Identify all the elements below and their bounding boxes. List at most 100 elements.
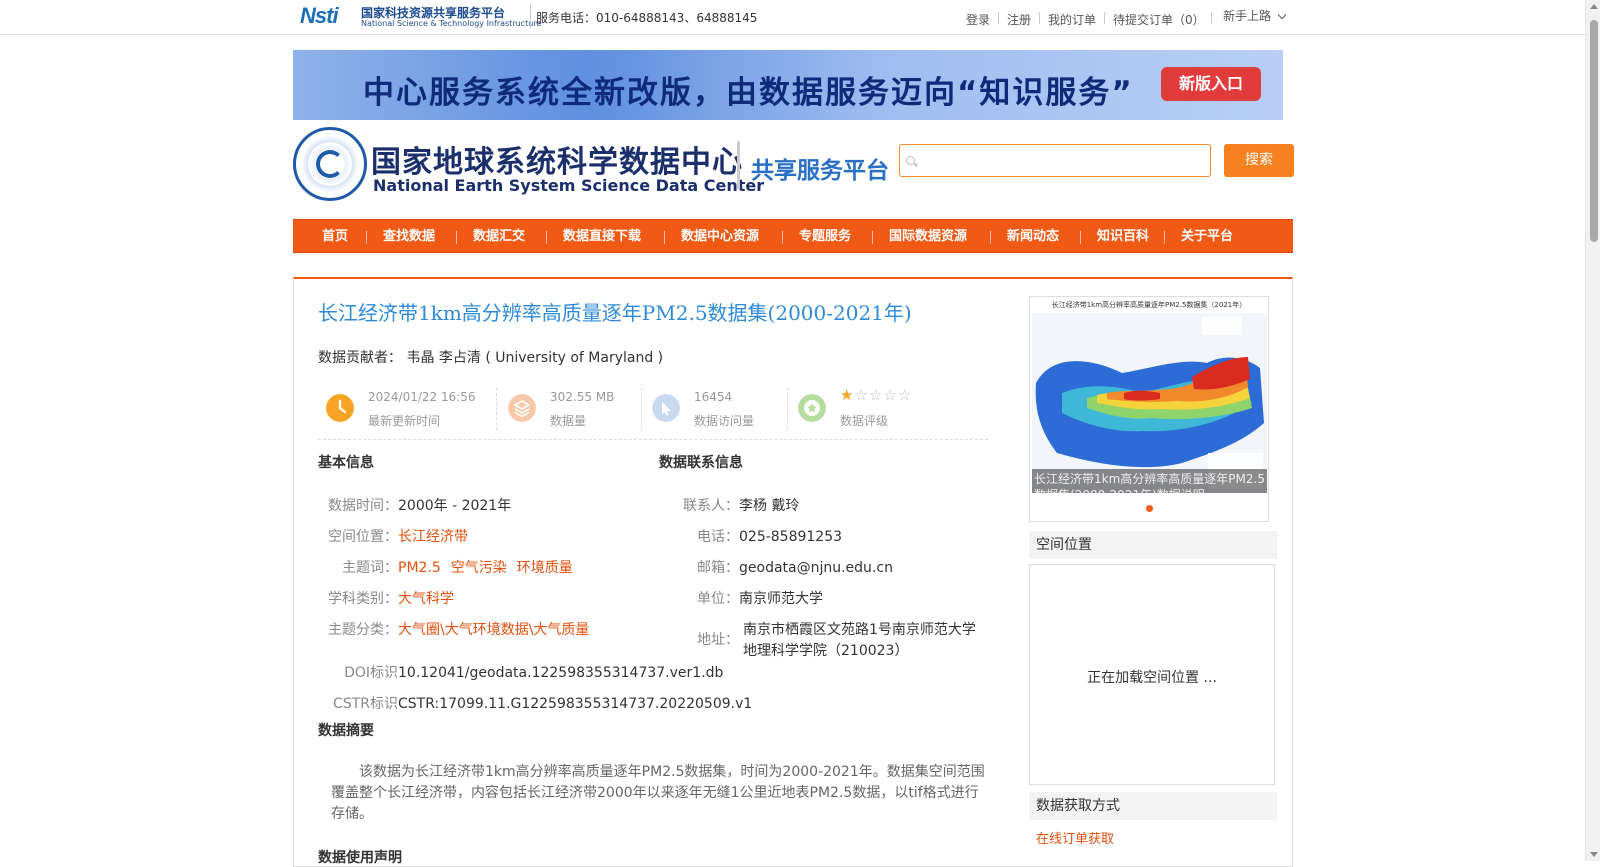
data-center-logo[interactable]: 国家地球系统科学数据中心 National Earth System Scien… [293, 127, 891, 202]
thumbnail-caption: 长江经济带1km高分辨率高质量逐年PM2.5数据集(2000-2021年)数据说… [1032, 469, 1267, 493]
info-value: geodata@njnu.edu.cn [739, 560, 893, 576]
info-key: 数据时间： [328, 498, 398, 514]
new-version-banner[interactable]: 中心服务系统全新改版，由数据服务迈向“知识服务” 新版入口 [293, 50, 1283, 120]
keyword-link[interactable]: PM2.5 [398, 560, 441, 576]
info-key: 邮箱： [697, 560, 739, 576]
nav-divider [872, 231, 873, 244]
nav-item-direct-download[interactable]: 数据直接下载 [563, 220, 641, 254]
nav-divider [366, 231, 367, 244]
info-row-keywords: 主题词：PM2.5 空气污染 环境质量 [318, 557, 583, 577]
nav-item-center-resources[interactable]: 数据中心资源 [681, 220, 759, 254]
contributor-line: 数据贡献者： 韦晶 李占清 ( University of Maryland ) [318, 347, 663, 367]
nav-item-news[interactable]: 新闻动态 [1007, 220, 1059, 254]
nav-item-topic-services[interactable]: 专题服务 [799, 220, 851, 254]
page-scrollbar[interactable] [1585, 0, 1600, 861]
service-phone: 服务电话：010-64888143、64888145 [530, 4, 757, 28]
nav-item-home[interactable]: 首页 [322, 220, 348, 254]
star-empty-icon: ☆ [868, 386, 884, 404]
pending-orders-link[interactable]: 待提交订单（0） [1113, 11, 1205, 28]
search-input[interactable] [922, 149, 1207, 173]
scrollbar-thumb[interactable] [1590, 20, 1598, 242]
info-key: 学科类别： [328, 591, 398, 607]
divider [787, 388, 788, 430]
stat-visits-value: 16454 [694, 390, 733, 404]
divider [1039, 12, 1040, 24]
top-bar: Nsti 国家科技资源共享服务平台 National Science & Tec… [0, 0, 1585, 35]
guide-menu[interactable]: 新手上路 [1223, 7, 1287, 24]
space-link[interactable]: 长江经济带 [398, 529, 468, 545]
nsti-logo[interactable]: Nsti 国家科技资源共享服务平台 National Science & Tec… [300, 3, 541, 30]
info-value: 2000年 - 2021年 [398, 498, 512, 514]
usage-statement-title: 数据使用声明 [318, 850, 402, 866]
banner-text: 中心服务系统全新改版，由数据服务迈向“知识服务” [363, 75, 1134, 111]
info-row-discipline: 学科类别：大气科学 [318, 588, 454, 608]
nav-item-find-data[interactable]: 查找数据 [383, 220, 435, 254]
info-row-cstr: CSTR标识CSTR:17099.11.G122598355314737.202… [318, 693, 752, 713]
contact-row-email: 邮箱：geodata@njnu.edu.cn [659, 557, 893, 577]
access-section-title: 数据获取方式 [1029, 792, 1277, 820]
star-empty-icon: ☆ [883, 386, 898, 404]
stat-rating: ★☆☆☆☆ 数据评级 [790, 382, 980, 434]
info-value: 10.12041/geodata.122598355314737.ver1.db [398, 665, 724, 681]
location-map-panel[interactable]: 正在加载空间位置 ... [1029, 564, 1275, 785]
star-badge-icon [798, 394, 826, 422]
keyword-link[interactable]: 环境质量 [517, 560, 573, 576]
divider [1104, 12, 1105, 24]
nav-item-data-submission[interactable]: 数据汇交 [473, 220, 525, 254]
stat-size: 302.55 MB 数据量 [500, 382, 643, 434]
dataset-title: 长江经济带1km高分辨率高质量逐年PM2.5数据集(2000-2021年) [318, 301, 912, 325]
nav-item-international-data[interactable]: 国际数据资源 [889, 220, 967, 254]
location-loading-text: 正在加载空间位置 ... [1087, 670, 1217, 686]
stat-updated-label: 最新更新时间 [368, 414, 441, 428]
stat-rating-label: 数据评级 [840, 414, 889, 428]
info-key: DOI标识 [344, 665, 398, 681]
abstract-title: 数据摘要 [318, 723, 374, 739]
keyword-link[interactable]: 空气污染 [451, 560, 507, 576]
info-key: 空间位置： [328, 529, 398, 545]
divider [496, 388, 497, 430]
basic-info-title: 基本信息 [318, 455, 374, 471]
search-button[interactable]: 搜索 [1224, 144, 1294, 177]
category-link[interactable]: 大气圈\大气环境数据\大气质量 [398, 622, 589, 638]
stat-updated: 2024/01/22 16:56 最新更新时间 [318, 382, 498, 434]
abstract-text: 该数据为长江经济带1km高分辨率高质量逐年PM2.5数据集，时间为2000-20… [331, 764, 985, 822]
scroll-down-icon[interactable] [1590, 852, 1598, 857]
stat-size-label: 数据量 [550, 414, 587, 428]
contributor-value: 韦晶 李占清 ( University of Maryland ) [406, 350, 664, 366]
new-entry-button[interactable]: 新版入口 [1161, 67, 1261, 101]
info-value: 南京师范大学 [739, 591, 823, 607]
scroll-up-icon[interactable] [1590, 4, 1598, 9]
address-line-2: 地理科学学院（210023） [743, 643, 909, 659]
discipline-link[interactable]: 大气科学 [398, 591, 454, 607]
nav-item-about[interactable]: 关于平台 [1181, 220, 1233, 254]
chevron-down-icon [1277, 10, 1287, 20]
contact-row-person: 联系人：李杨 戴玲 [659, 495, 799, 515]
carousel-dot[interactable] [1146, 505, 1153, 512]
my-orders-link[interactable]: 我的订单 [1048, 11, 1096, 28]
data-center-name-en: National Earth System Science Data Cente… [373, 176, 765, 195]
nav-divider [456, 231, 457, 244]
divider [998, 12, 999, 24]
info-key: 联系人： [683, 498, 739, 514]
contact-row-address: 地址： [659, 629, 739, 649]
contact-row-phone: 电话：025-85891253 [659, 526, 842, 546]
stat-updated-value: 2024/01/22 16:56 [368, 390, 476, 404]
search-box [899, 144, 1211, 177]
stat-size-value: 302.55 MB [550, 390, 615, 404]
online-order-link[interactable]: 在线订单获取 [1036, 828, 1114, 847]
dataset-thumbnail-carousel[interactable]: 长江经济带1km高分辨率高质量逐年PM2.5数据集（2021年） 长江经济带1k… [1029, 296, 1269, 522]
info-key: 单位： [697, 591, 739, 607]
info-value: 025-85891253 [739, 529, 843, 545]
info-row-category: 主题分类：大气圈\大气环境数据\大气质量 [318, 619, 589, 639]
search-icon [906, 156, 915, 165]
divider [1211, 12, 1212, 24]
login-link[interactable]: 登录 [966, 11, 990, 28]
register-link[interactable]: 注册 [1007, 11, 1031, 28]
location-section-title: 空间位置 [1029, 531, 1277, 559]
pm25-map-image[interactable] [1032, 313, 1267, 493]
stat-visits: 16454 数据访问量 [644, 382, 789, 434]
divider [641, 388, 642, 430]
info-row-space: 空间位置：长江经济带 [318, 526, 468, 546]
info-key: 地址： [697, 632, 739, 648]
nav-item-knowledge[interactable]: 知识百科 [1097, 220, 1149, 254]
